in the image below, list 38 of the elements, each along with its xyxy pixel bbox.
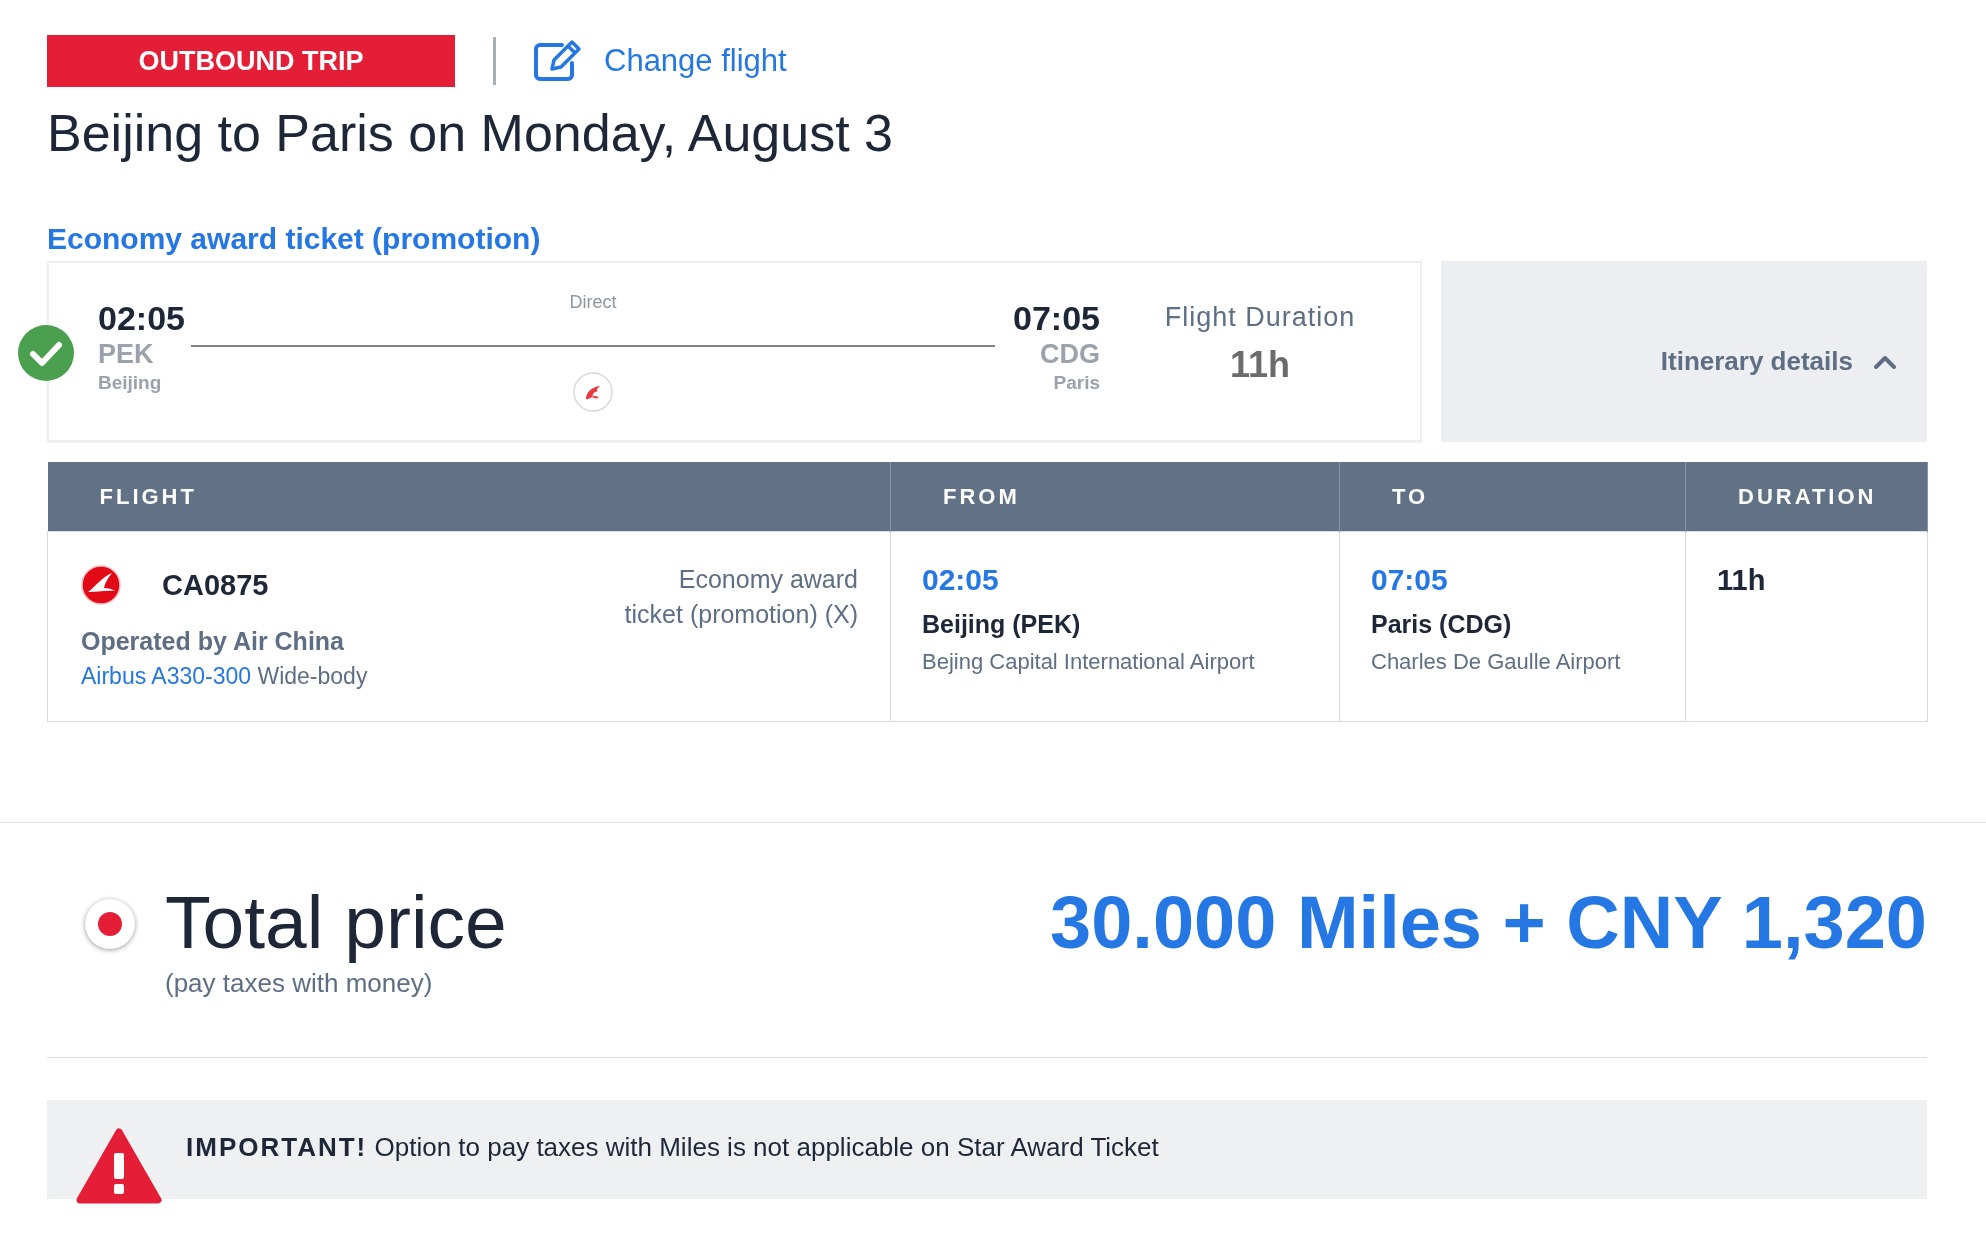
airport-code: CDG — [1039, 337, 1100, 371]
departure-time: 02:05 — [922, 561, 1000, 598]
fare-title: Economy award ticket (promotion) — [47, 221, 542, 257]
stops-label: Direct — [569, 291, 617, 313]
city-name: Paris (CDG) — [1371, 608, 1513, 639]
aircraft-text: Airbus A330-300 Wide-body — [81, 661, 368, 691]
column-header: TO — [1339, 462, 1686, 531]
price-amount: 30.000 Miles + CNY 1,320 — [1050, 884, 1927, 960]
column-header: FLIGHT — [47, 462, 891, 531]
notice-text: IMPORTANT! Option to pay taxes with Miles is not applicable on Star Award Ticket — [186, 1130, 1159, 1164]
city-name: Paris — [1052, 370, 1100, 395]
flight-number: CA0875 — [162, 567, 269, 603]
change-flight-link[interactable]: Change flight — [532, 37, 787, 85]
edit-icon — [532, 39, 584, 83]
duration-value: 11h — [1228, 343, 1291, 386]
price-note: (pay taxes with money) — [165, 966, 434, 999]
bird-logo-icon — [573, 372, 613, 412]
duration-value: 11h — [1717, 562, 1767, 598]
departure-time: 02:05 — [98, 298, 185, 337]
warning-icon — [76, 1126, 162, 1205]
radio-button[interactable] — [85, 898, 135, 949]
city-name: Beijing (PEK) — [922, 608, 1082, 639]
airline-logo-icon — [81, 564, 121, 605]
operator-text: Operated by Air China — [81, 625, 345, 656]
airport-code: PEK — [98, 337, 155, 371]
city-name: Beijing — [98, 370, 163, 395]
arrival-time: 07:05 — [1371, 561, 1449, 598]
column-header: DURATION — [1685, 462, 1928, 531]
airport-name: Bejing Capital International Airport — [922, 647, 1256, 676]
duration-label: Flight Duration — [1163, 300, 1357, 334]
arrival-time: 07:05 — [1013, 298, 1100, 337]
column-header: FROM — [890, 462, 1340, 531]
aircraft-link[interactable]: Airbus A330-300 — [81, 662, 252, 689]
fare-class-text: Economy award ticket (promotion) (X) — [623, 563, 858, 630]
airport-name: Charles De Gaulle Airport — [1371, 647, 1622, 676]
trip-badge: OUTBOUND TRIP — [47, 35, 455, 87]
page-title: Beijing to Paris on Monday, August 3 — [47, 103, 894, 164]
itinerary-details-button[interactable]: Itinerary details — [1441, 261, 1927, 442]
